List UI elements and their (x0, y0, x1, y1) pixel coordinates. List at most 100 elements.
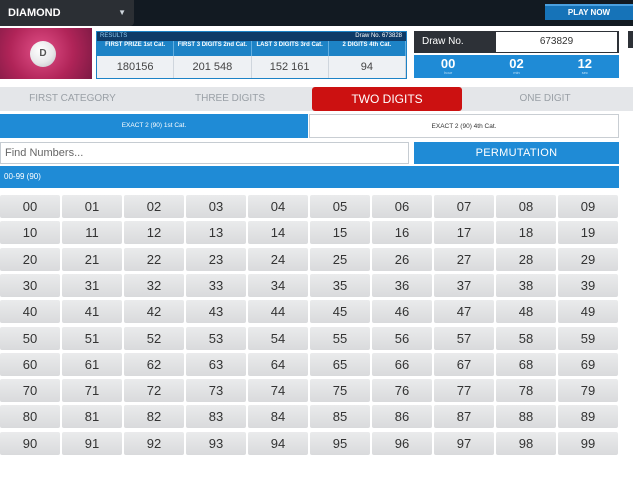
number-cell-97[interactable]: 97 (434, 431, 494, 455)
game-select-dropdown[interactable]: DIAMOND ▼ (0, 0, 134, 26)
number-cell-30[interactable]: 30 (0, 273, 60, 297)
number-cell-67[interactable]: 67 (434, 352, 494, 376)
number-cell-62[interactable]: 62 (124, 352, 184, 376)
number-cell-51[interactable]: 51 (62, 326, 122, 350)
number-cell-36[interactable]: 36 (372, 273, 432, 297)
number-cell-09[interactable]: 09 (558, 195, 618, 218)
number-cell-58[interactable]: 58 (496, 326, 556, 350)
number-cell-66[interactable]: 66 (372, 352, 432, 376)
number-cell-79[interactable]: 79 (558, 379, 618, 403)
number-cell-81[interactable]: 81 (62, 405, 122, 429)
tab-two-digits[interactable]: TWO DIGITS (312, 87, 462, 111)
number-cell-12[interactable]: 12 (124, 221, 184, 245)
number-cell-77[interactable]: 77 (434, 379, 494, 403)
number-cell-44[interactable]: 44 (248, 300, 308, 324)
number-cell-03[interactable]: 03 (186, 195, 246, 218)
number-cell-18[interactable]: 18 (496, 221, 556, 245)
number-cell-84[interactable]: 84 (248, 405, 308, 429)
number-cell-21[interactable]: 21 (62, 247, 122, 271)
number-cell-00[interactable]: 00 (0, 195, 60, 218)
number-cell-91[interactable]: 91 (62, 431, 122, 455)
number-cell-37[interactable]: 37 (434, 273, 494, 297)
number-cell-40[interactable]: 40 (0, 300, 60, 324)
number-cell-29[interactable]: 29 (558, 247, 618, 271)
number-cell-98[interactable]: 98 (496, 431, 556, 455)
tab-three-digits[interactable]: THREE DIGITS (160, 87, 300, 111)
number-cell-65[interactable]: 65 (310, 352, 370, 376)
find-numbers-input[interactable] (0, 142, 409, 164)
number-cell-74[interactable]: 74 (248, 379, 308, 403)
number-cell-41[interactable]: 41 (62, 300, 122, 324)
number-cell-24[interactable]: 24 (248, 247, 308, 271)
number-cell-95[interactable]: 95 (310, 431, 370, 455)
number-cell-64[interactable]: 64 (248, 352, 308, 376)
number-cell-53[interactable]: 53 (186, 326, 246, 350)
number-cell-49[interactable]: 49 (558, 300, 618, 324)
number-cell-20[interactable]: 20 (0, 247, 60, 271)
number-cell-39[interactable]: 39 (558, 273, 618, 297)
number-cell-70[interactable]: 70 (0, 379, 60, 403)
subtab-exact-2-4th-cat[interactable]: EXACT 2 (90) 4th Cat. (309, 114, 619, 138)
number-cell-08[interactable]: 08 (496, 195, 556, 218)
number-cell-05[interactable]: 05 (310, 195, 370, 218)
number-cell-07[interactable]: 07 (434, 195, 494, 218)
number-cell-73[interactable]: 73 (186, 379, 246, 403)
number-cell-46[interactable]: 46 (372, 300, 432, 324)
number-cell-92[interactable]: 92 (124, 431, 184, 455)
number-cell-19[interactable]: 19 (558, 221, 618, 245)
number-cell-86[interactable]: 86 (372, 405, 432, 429)
number-cell-25[interactable]: 25 (310, 247, 370, 271)
number-cell-32[interactable]: 32 (124, 273, 184, 297)
number-cell-33[interactable]: 33 (186, 273, 246, 297)
number-cell-78[interactable]: 78 (496, 379, 556, 403)
number-cell-34[interactable]: 34 (248, 273, 308, 297)
number-cell-16[interactable]: 16 (372, 221, 432, 245)
number-cell-99[interactable]: 99 (558, 431, 618, 455)
number-cell-72[interactable]: 72 (124, 379, 184, 403)
number-cell-69[interactable]: 69 (558, 352, 618, 376)
number-cell-82[interactable]: 82 (124, 405, 184, 429)
number-cell-71[interactable]: 71 (62, 379, 122, 403)
number-cell-45[interactable]: 45 (310, 300, 370, 324)
number-cell-50[interactable]: 50 (0, 326, 60, 350)
number-cell-55[interactable]: 55 (310, 326, 370, 350)
number-cell-31[interactable]: 31 (62, 273, 122, 297)
number-cell-54[interactable]: 54 (248, 326, 308, 350)
number-cell-17[interactable]: 17 (434, 221, 494, 245)
number-cell-59[interactable]: 59 (558, 326, 618, 350)
number-cell-43[interactable]: 43 (186, 300, 246, 324)
number-cell-76[interactable]: 76 (372, 379, 432, 403)
number-cell-60[interactable]: 60 (0, 352, 60, 376)
number-cell-22[interactable]: 22 (124, 247, 184, 271)
number-cell-14[interactable]: 14 (248, 221, 308, 245)
number-cell-11[interactable]: 11 (62, 221, 122, 245)
number-cell-04[interactable]: 04 (248, 195, 308, 218)
number-cell-83[interactable]: 83 (186, 405, 246, 429)
number-cell-23[interactable]: 23 (186, 247, 246, 271)
number-cell-38[interactable]: 38 (496, 273, 556, 297)
number-cell-96[interactable]: 96 (372, 431, 432, 455)
number-cell-85[interactable]: 85 (310, 405, 370, 429)
permutation-button[interactable]: PERMUTATION (414, 142, 619, 164)
number-cell-80[interactable]: 80 (0, 405, 60, 429)
number-cell-02[interactable]: 02 (124, 195, 184, 218)
number-cell-75[interactable]: 75 (310, 379, 370, 403)
number-cell-87[interactable]: 87 (434, 405, 494, 429)
number-cell-26[interactable]: 26 (372, 247, 432, 271)
number-cell-93[interactable]: 93 (186, 431, 246, 455)
number-cell-56[interactable]: 56 (372, 326, 432, 350)
tab-one-digit[interactable]: ONE DIGIT (470, 87, 620, 111)
number-cell-89[interactable]: 89 (558, 405, 618, 429)
number-cell-06[interactable]: 06 (372, 195, 432, 218)
number-cell-28[interactable]: 28 (496, 247, 556, 271)
number-cell-47[interactable]: 47 (434, 300, 494, 324)
number-cell-63[interactable]: 63 (186, 352, 246, 376)
number-cell-88[interactable]: 88 (496, 405, 556, 429)
play-now-button[interactable]: PLAY NOW (545, 4, 633, 20)
number-cell-52[interactable]: 52 (124, 326, 184, 350)
subtab-exact-2-1st-cat[interactable]: EXACT 2 (90) 1st Cat. (0, 114, 308, 138)
number-cell-57[interactable]: 57 (434, 326, 494, 350)
number-cell-42[interactable]: 42 (124, 300, 184, 324)
number-cell-13[interactable]: 13 (186, 221, 246, 245)
number-cell-35[interactable]: 35 (310, 273, 370, 297)
